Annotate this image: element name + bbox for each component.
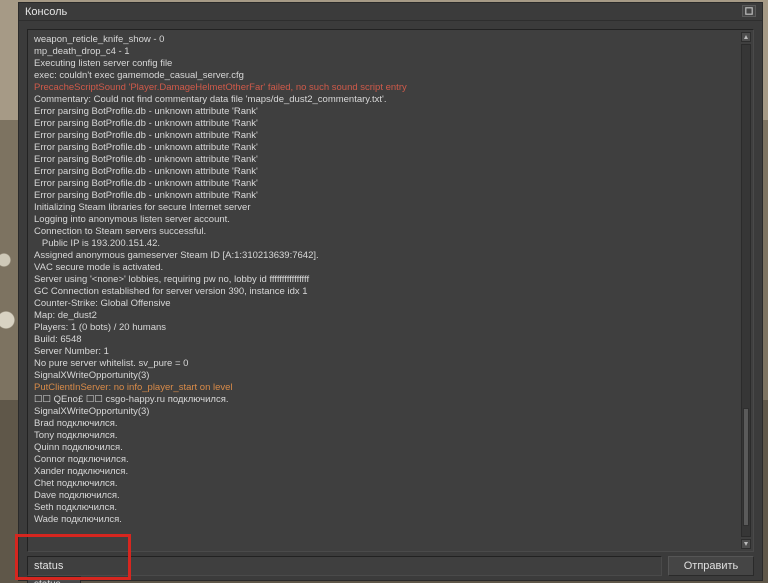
console-output: weapon_reticle_knife_show - 0mp_death_dr…	[32, 30, 741, 551]
console-line: PutClientInServer: no info_player_start …	[34, 382, 741, 394]
console-line: GC Connection established for server ver…	[34, 286, 741, 298]
scroll-up-icon[interactable]	[741, 32, 751, 42]
console-line: Server Number: 1	[34, 346, 741, 358]
window-title: Консоль	[25, 6, 67, 18]
console-line: weapon_reticle_knife_show - 0	[34, 34, 741, 46]
title-controls	[740, 5, 756, 18]
console-line: Tony подключился.	[34, 430, 741, 442]
console-line: Error parsing BotProfile.db - unknown at…	[34, 154, 741, 166]
titlebar: Консоль	[19, 3, 762, 21]
console-line: PrecacheScriptSound 'Player.DamageHelmet…	[34, 82, 741, 94]
console-line: Chet подключился.	[34, 478, 741, 490]
console-line: ☐☐ QEno£ ☐☐ csgo-happy.ru подключился.	[34, 394, 741, 406]
scrollbar[interactable]	[741, 32, 751, 549]
console-line: Error parsing BotProfile.db - unknown at…	[34, 190, 741, 202]
console-line: Players: 1 (0 bots) / 20 humans	[34, 322, 741, 334]
console-line: Error parsing BotProfile.db - unknown at…	[34, 130, 741, 142]
console-line: Error parsing BotProfile.db - unknown at…	[34, 142, 741, 154]
console-line: Build: 6548	[34, 334, 741, 346]
console-line: Brad подключился.	[34, 418, 741, 430]
console-line: Initializing Steam libraries for secure …	[34, 202, 741, 214]
console-line: Dave подключился.	[34, 490, 741, 502]
console-line: Assigned anonymous gameserver Steam ID […	[34, 250, 741, 262]
console-line: Error parsing BotProfile.db - unknown at…	[34, 118, 741, 130]
console-line: Server using '<none>' lobbies, requiring…	[34, 274, 741, 286]
console-line: exec: couldn't exec gamemode_casual_serv…	[34, 70, 741, 82]
console-line: Logging into anonymous listen server acc…	[34, 214, 741, 226]
console-input[interactable]	[27, 556, 662, 576]
console-line: VAC secure mode is activated.	[34, 262, 741, 274]
submit-button[interactable]: Отправить	[668, 556, 754, 576]
autocomplete-item: status	[34, 579, 61, 583]
console-output-panel: weapon_reticle_knife_show - 0mp_death_dr…	[27, 29, 754, 552]
console-line: Executing listen server config file	[34, 58, 741, 70]
console-line: Map: de_dust2	[34, 310, 741, 322]
console-line: Commentary: Could not find commentary da…	[34, 94, 741, 106]
console-line: Wade подключился.	[34, 514, 741, 526]
console-line: SignalXWriteOpportunity(3)	[34, 406, 741, 418]
submit-button-label: Отправить	[684, 560, 739, 572]
console-line: Quinn подключился.	[34, 442, 741, 454]
console-line: mp_death_drop_c4 - 1	[34, 46, 741, 58]
scroll-down-icon[interactable]	[741, 539, 751, 549]
console-window: Консоль weapon_reticle_knife_show - 0mp_…	[18, 2, 763, 581]
console-line: Connection to Steam servers successful.	[34, 226, 741, 238]
scroll-thumb[interactable]	[743, 408, 749, 526]
input-row: Отправить status	[19, 556, 762, 580]
console-line: Seth подключился.	[34, 502, 741, 514]
console-line: Public IP is 193.200.151.42.	[34, 238, 741, 250]
console-line: SignalXWriteOpportunity(3)	[34, 370, 741, 382]
console-line: Connor подключился.	[34, 454, 741, 466]
console-line: Xander подключился.	[34, 466, 741, 478]
console-line: Error parsing BotProfile.db - unknown at…	[34, 178, 741, 190]
console-line: No pure server whitelist. sv_pure = 0	[34, 358, 741, 370]
console-line: Counter-Strike: Global Offensive	[34, 298, 741, 310]
console-line: Error parsing BotProfile.db - unknown at…	[34, 106, 741, 118]
autocomplete-popup[interactable]: status	[27, 576, 81, 583]
maximize-icon[interactable]	[742, 5, 756, 17]
console-line: Error parsing BotProfile.db - unknown at…	[34, 166, 741, 178]
scroll-track[interactable]	[741, 44, 751, 537]
